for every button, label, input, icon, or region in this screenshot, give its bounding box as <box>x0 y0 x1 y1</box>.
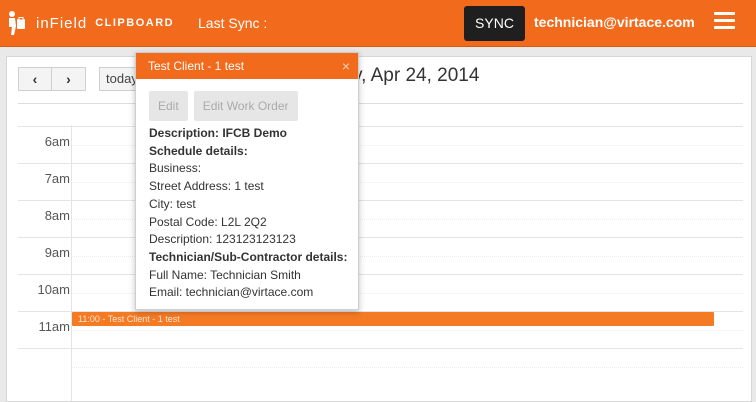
last-sync-label: Last Sync : <box>198 15 268 31</box>
sync-button[interactable]: SYNC <box>464 6 525 41</box>
brand-suffix: CLIPBOARD <box>95 17 175 29</box>
all-day-row[interactable] <box>18 103 743 127</box>
technician-email-line: Email: technician@virtace.com <box>149 285 314 300</box>
top-bar: inField CLIPBOARD Last Sync : SYNC techn… <box>0 0 756 47</box>
popover-actions: Edit Edit Work Order <box>149 91 304 121</box>
edit-button[interactable]: Edit <box>149 91 188 121</box>
hour-label: 8am <box>44 208 70 223</box>
street-address-line: Street Address: 1 test <box>149 179 264 194</box>
user-email[interactable]: technician@virtace.com <box>534 14 695 30</box>
hamburger-menu-icon[interactable] <box>714 12 735 30</box>
technician-heading: Technician/Sub-Contractor details: <box>149 249 348 264</box>
popover-title: Test Client - 1 test <box>148 59 245 73</box>
close-icon[interactable]: × <box>342 53 350 79</box>
logo-figure-icon <box>9 11 25 35</box>
calendar-event[interactable]: 11:00 - Test Client - 1 test <box>72 312 714 326</box>
hour-label: 6am <box>44 134 70 149</box>
technician-name-line: Full Name: Technician Smith <box>149 267 301 282</box>
hour-label: 9am <box>44 245 70 260</box>
hour-label: 10am <box>37 282 70 297</box>
postal-code-line: Postal Code: L2L 2Q2 <box>149 214 267 229</box>
calendar-title: y, Apr 24, 2014 <box>353 65 480 86</box>
popover-header: Test Client - 1 test × <box>136 53 358 79</box>
edit-work-order-button[interactable]: Edit Work Order <box>193 91 298 121</box>
schedule-description-line: Description: 123123123123 <box>149 232 296 247</box>
hour-row[interactable]: 10am <box>18 274 743 312</box>
time-axis-divider <box>71 125 72 401</box>
event-popover: Test Client - 1 test × Edit Edit Work Or… <box>135 52 359 310</box>
hour-row[interactable]: 7am <box>18 163 743 201</box>
business-line: Business: <box>149 161 202 176</box>
schedule-heading: Schedule details: <box>149 143 248 158</box>
hour-row[interactable]: 9am <box>18 237 743 275</box>
prev-button[interactable]: ‹ <box>18 67 52 91</box>
app-logo[interactable]: inField CLIPBOARD <box>6 10 174 36</box>
brand-name: inField <box>36 14 88 32</box>
calendar-panel: ‹ › today y, Apr 24, 2014 6am 7am 8am 9a… <box>6 56 752 402</box>
hour-label: 7am <box>44 171 70 186</box>
description-line: Description: IFCB Demo <box>149 126 288 140</box>
hour-row[interactable] <box>18 348 743 386</box>
hour-row[interactable]: 8am <box>18 200 743 238</box>
next-button[interactable]: › <box>52 67 86 91</box>
city-line: City: test <box>149 196 196 211</box>
calendar-nav: ‹ › <box>18 67 86 91</box>
hour-row[interactable]: 6am <box>18 126 743 164</box>
hour-label: 11am <box>38 319 70 334</box>
popover-details: Description: IFCB Demo Schedule details:… <box>149 125 354 302</box>
